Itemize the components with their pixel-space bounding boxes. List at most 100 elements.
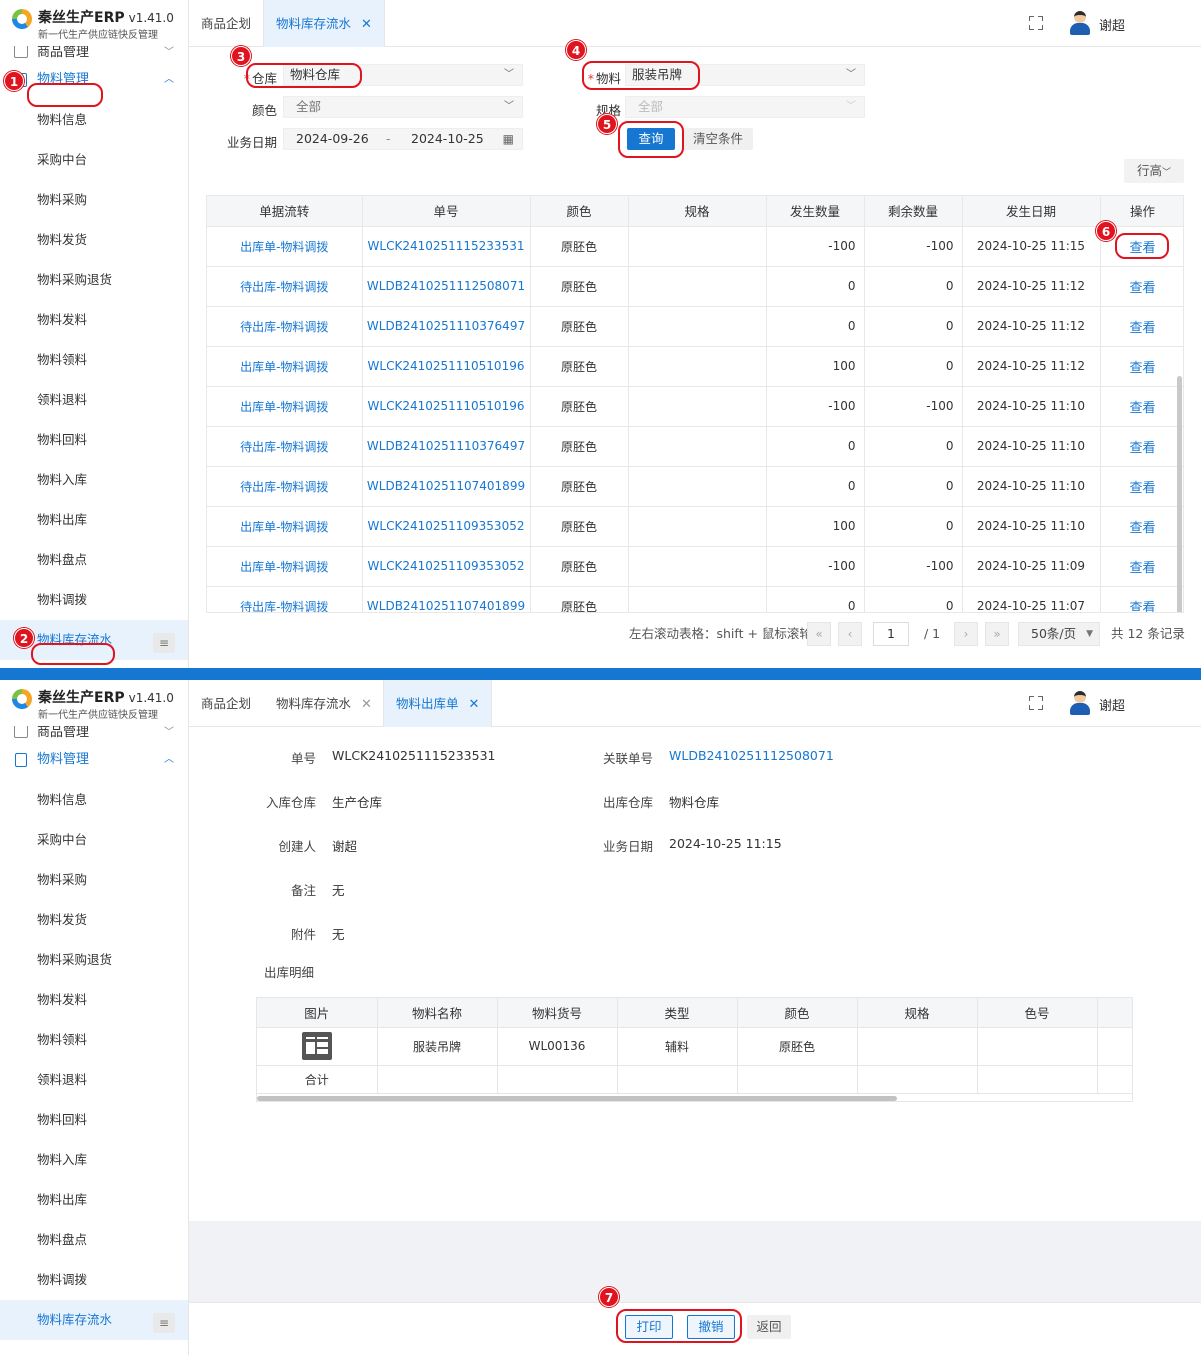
column-header: 颜色 xyxy=(737,998,858,1028)
color-label: 颜色 xyxy=(251,103,277,118)
sidebar-item[interactable]: 物料采购 xyxy=(0,180,188,220)
sidebar-item[interactable]: 物料领料 xyxy=(0,1020,188,1060)
next-page-button[interactable]: › xyxy=(954,622,978,646)
sidebar-item[interactable]: 物料回料 xyxy=(0,1100,188,1140)
avatar[interactable] xyxy=(1069,11,1091,35)
order-no-link[interactable]: WLCK2410251110510196 xyxy=(362,386,531,427)
tab-material-outbound[interactable]: 物料出库单 ✕ xyxy=(383,680,493,727)
order-no-link[interactable]: WLDB2410251107401899 xyxy=(362,586,531,612)
sidebar-item[interactable]: 物料调拨 xyxy=(0,1260,188,1300)
fullscreen-icon[interactable] xyxy=(1029,16,1043,30)
tab-product-planning[interactable]: 商品企划 xyxy=(189,680,263,727)
flow-type-link[interactable]: 待出库-物料调拨 xyxy=(207,466,363,507)
close-icon[interactable]: ✕ xyxy=(361,17,372,32)
cell: 0 xyxy=(864,266,963,307)
sidebar-item[interactable]: 物料入库 xyxy=(0,460,188,500)
sidebar-item[interactable]: 物料发料 xyxy=(0,980,188,1020)
flow-type-link[interactable]: 出库单-物料调拨 xyxy=(207,546,363,587)
view-link[interactable]: 查看 xyxy=(1100,466,1183,507)
sidebar-item[interactable]: 领料退料 xyxy=(0,380,188,420)
sidebar-item[interactable]: 物料发货 xyxy=(0,900,188,940)
sidebar-item[interactable]: 物料发料 xyxy=(0,300,188,340)
first-page-button[interactable]: « xyxy=(807,622,831,646)
page-size-select[interactable]: 50条/页 ▼ xyxy=(1018,622,1100,646)
page-input[interactable]: 1 xyxy=(873,622,909,646)
view-link[interactable]: 查看 xyxy=(1100,306,1183,347)
calendar-icon: ▦ xyxy=(502,132,514,146)
order-no-link[interactable]: WLCK2410251115233531 xyxy=(362,226,531,267)
vertical-scrollbar[interactable] xyxy=(1177,376,1182,612)
sidebar-item[interactable]: 物料采购 xyxy=(0,860,188,900)
order-no-link[interactable]: WLDB2410251112508071 xyxy=(362,266,531,307)
sidebar-item[interactable]: 物料盘点 xyxy=(0,540,188,580)
sidebar-group-material-management[interactable]: 物料管理 ︿ xyxy=(0,740,188,780)
user-name[interactable]: 谢超 xyxy=(1099,695,1125,714)
row-height-label: 行高 xyxy=(1136,163,1162,178)
flow-type-link[interactable]: 待出库-物料调拨 xyxy=(207,426,363,467)
sidebar-item[interactable]: 物料信息 xyxy=(0,780,188,820)
sidebar-item[interactable]: 物料发货 xyxy=(0,220,188,260)
order-no-link[interactable]: WLCK2410251109353052 xyxy=(362,506,531,547)
material-image[interactable] xyxy=(257,1027,378,1066)
order-no-link[interactable]: WLCK2410251109353052 xyxy=(362,546,531,587)
flow-type-link[interactable]: 出库单-物料调拨 xyxy=(207,386,363,427)
sidebar-item[interactable]: 物料盘点 xyxy=(0,1220,188,1260)
cell: 0 xyxy=(766,466,865,507)
sidebar-item[interactable]: 物料采购退货 xyxy=(0,940,188,980)
total-pages: / 1 xyxy=(924,626,941,641)
order-no-link[interactable]: WLCK2410251110510196 xyxy=(362,346,531,387)
last-page-button[interactable]: » xyxy=(985,622,1009,646)
order-no-link[interactable]: WLDB2410251110376497 xyxy=(362,306,531,347)
sidebar-item[interactable]: 采购中台 xyxy=(0,820,188,860)
close-icon[interactable]: ✕ xyxy=(361,697,372,712)
view-link[interactable]: 查看 xyxy=(1100,346,1183,387)
back-button[interactable]: 返回 xyxy=(747,1315,791,1339)
flow-type-link[interactable]: 待出库-物料调拨 xyxy=(207,586,363,612)
app-logo: 秦丝生产ERP v1.41.0 新一代生产供应链快反管理 xyxy=(0,0,188,46)
collapse-sidebar-button[interactable]: ≡ xyxy=(153,1313,175,1333)
flow-type-link[interactable]: 出库单-物料调拨 xyxy=(207,506,363,547)
sidebar-item[interactable]: 领料退料 xyxy=(0,1060,188,1100)
view-link[interactable]: 查看 xyxy=(1100,586,1183,612)
avatar[interactable] xyxy=(1069,691,1091,715)
fullscreen-icon[interactable] xyxy=(1029,696,1043,710)
step-badge: 3 xyxy=(231,46,251,66)
sidebar-item[interactable]: 物料出库 xyxy=(0,500,188,540)
sidebar-item[interactable]: 物料采购退货 xyxy=(0,260,188,300)
spec-select[interactable]: 全部 ﹀ xyxy=(625,96,865,118)
tab-product-planning[interactable]: 商品企划 xyxy=(189,0,263,47)
view-link[interactable]: 查看 xyxy=(1100,546,1183,587)
user-name[interactable]: 谢超 xyxy=(1099,15,1125,34)
horizontal-scrollbar[interactable] xyxy=(257,1096,897,1101)
sidebar-item[interactable]: 物料领料 xyxy=(0,340,188,380)
flow-type-link[interactable]: 出库单-物料调拨 xyxy=(207,346,363,387)
view-link[interactable]: 查看 xyxy=(1100,386,1183,427)
sidebar-item[interactable]: 物料出库 xyxy=(0,1180,188,1220)
related-no-link[interactable]: WLDB2410251112508071 xyxy=(669,748,834,763)
business-date-range[interactable]: 2024-09-26 - 2024-10-25 ▦ xyxy=(283,128,523,150)
sidebar-item[interactable]: 采购中台 xyxy=(0,140,188,180)
clear-conditions-button[interactable]: 清空条件 xyxy=(683,128,753,150)
flow-type-link[interactable]: 出库单-物料调拨 xyxy=(207,226,363,267)
view-link[interactable]: 查看 xyxy=(1100,506,1183,547)
sidebar-item[interactable]: 物料调拨 xyxy=(0,580,188,620)
tab-material-stock-flow[interactable]: 物料库存流水 ✕ xyxy=(263,0,385,47)
color-select[interactable]: 全部 ﹀ xyxy=(283,96,523,118)
view-link[interactable]: 查看 xyxy=(1100,266,1183,307)
column-header: 色号 xyxy=(977,998,1098,1028)
collapse-sidebar-button[interactable]: ≡ xyxy=(153,633,175,653)
row-height-button[interactable]: 行高﹀ xyxy=(1124,159,1184,183)
order-no-link[interactable]: WLDB2410251107401899 xyxy=(362,466,531,507)
sidebar-item[interactable]: 物料回料 xyxy=(0,420,188,460)
business-date-label: 业务日期 xyxy=(602,839,653,854)
table-header: 图片 物料名称 物料货号 类型 颜色 规格 色号 xyxy=(257,998,1132,1028)
order-no-link[interactable]: WLDB2410251110376497 xyxy=(362,426,531,467)
flow-type-link[interactable]: 待出库-物料调拨 xyxy=(207,266,363,307)
tab-material-stock-flow[interactable]: 物料库存流水 ✕ xyxy=(264,680,384,727)
sidebar-item[interactable]: 物料入库 xyxy=(0,1140,188,1180)
flow-type-link[interactable]: 待出库-物料调拨 xyxy=(207,306,363,347)
business-date-value: 2024-10-25 11:15 xyxy=(669,836,782,851)
prev-page-button[interactable]: ‹ xyxy=(838,622,862,646)
view-link[interactable]: 查看 xyxy=(1100,426,1183,467)
close-icon[interactable]: ✕ xyxy=(469,697,480,712)
